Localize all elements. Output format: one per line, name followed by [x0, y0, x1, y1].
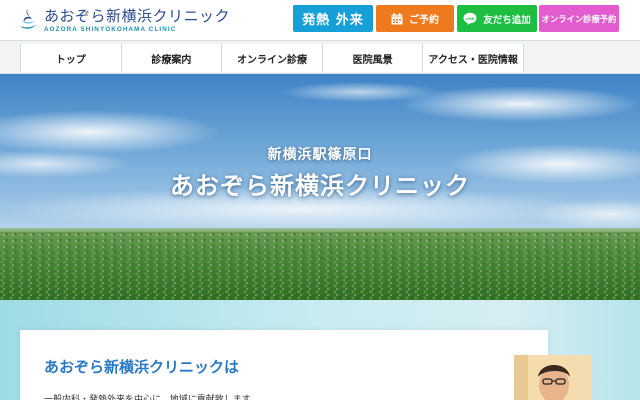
calendar-icon	[391, 12, 403, 25]
nav-item-access[interactable]: アクセス・医院情報	[423, 44, 523, 72]
logo-english-text: AOZORA SHINYOKOHAMA CLINIC	[44, 26, 177, 33]
reservation-button[interactable]: ご予約	[376, 5, 454, 32]
nav-item-online[interactable]: オンライン診療	[222, 44, 323, 72]
line-friend-label: 友だち追加	[483, 14, 531, 26]
svg-text:LINE: LINE	[466, 16, 475, 21]
site-header: あおぞら新横浜クリニック AOZORA SHINYOKOHAMA CLINIC …	[0, 0, 640, 40]
hero-title: あおぞら新横浜クリニック	[170, 172, 470, 200]
hero-subtitle: 新横浜駅篠原口	[267, 147, 373, 163]
intro-card: あおぞら新横浜クリニックは 一般内科・発熱外来を中心に、地域に貢献致します	[20, 330, 548, 400]
online-consultation-label: オンライン診療予約	[541, 13, 617, 24]
intro-text: 一般内科・発熱外来を中心に、地域に貢献致します	[44, 395, 251, 400]
nav-item-gallery[interactable]: 医院風景	[323, 44, 424, 72]
hero-banner: 新横浜駅篠原口 あおぞら新横浜クリニック	[0, 74, 640, 300]
doctor-photo	[514, 355, 592, 400]
intro-title: あおぞら新横浜クリニックは	[44, 358, 240, 376]
online-consultation-button[interactable]: オンライン診療予約	[539, 5, 619, 32]
nav-item-top[interactable]: トップ	[21, 44, 122, 72]
nav-list: トップ 診療案内 オンライン診療 医院風景 アクセス・医院情報	[20, 44, 524, 72]
line-friend-button[interactable]: LINE 友だち追加	[457, 5, 537, 32]
fever-clinic-label: 発熱 外来	[302, 13, 364, 28]
nav-item-services[interactable]: 診療案内	[122, 44, 223, 72]
line-chat-icon: LINE	[463, 12, 477, 25]
reservation-label: ご予約	[409, 15, 439, 26]
logo-japanese-text: あおぞら新横浜クリニック	[44, 7, 231, 25]
fever-clinic-button[interactable]: 発熱 外来	[293, 5, 373, 32]
global-nav: トップ 診療案内 オンライン診療 医院風景 アクセス・医院情報	[0, 40, 640, 74]
clinic-logo-icon	[20, 8, 37, 29]
